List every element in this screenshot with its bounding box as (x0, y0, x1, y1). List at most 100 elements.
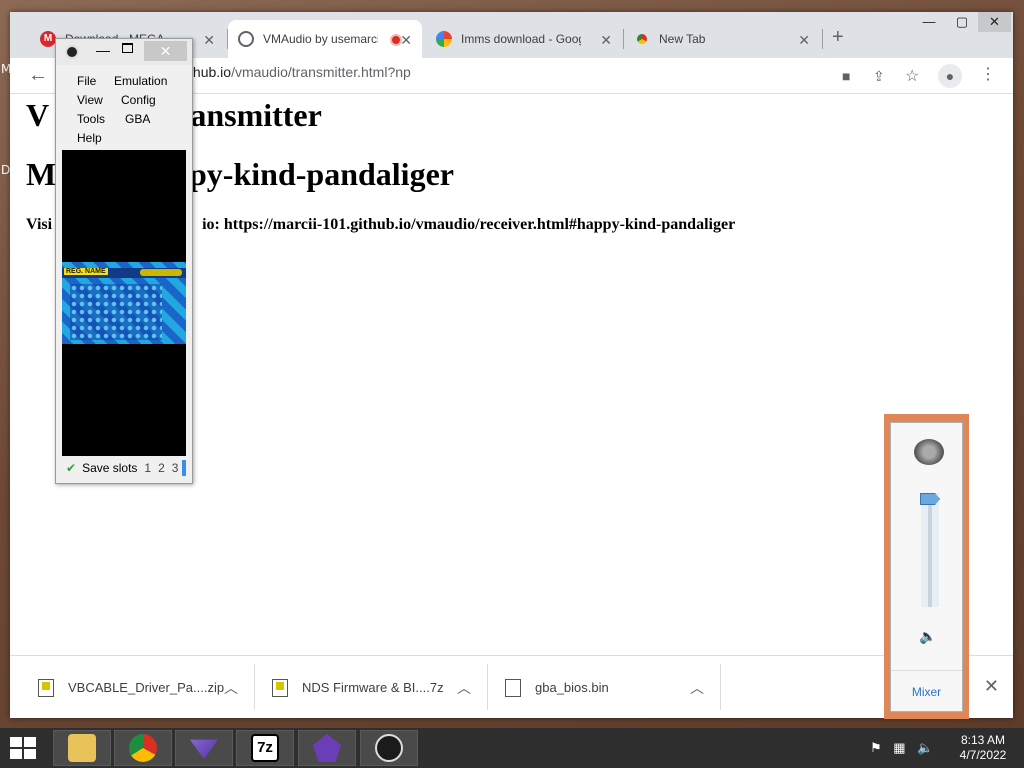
heading-hidden-part: V (26, 97, 50, 133)
heading-visible-part: ransmitter (176, 97, 322, 133)
desmume-icon (313, 734, 341, 762)
maximize-button[interactable]: ▢ (946, 12, 978, 32)
close-icon[interactable]: ✕ (798, 32, 810, 49)
taskbar: 7z ⚑ ▦ 🔈 8:13 AM 4/7/2022 (0, 728, 1024, 768)
menu-view[interactable]: View (77, 93, 103, 107)
mega-icon: M (40, 31, 56, 47)
taskbar-dolphin[interactable] (175, 730, 233, 766)
speaker-device-icon[interactable] (914, 439, 944, 465)
checkmark-icon: ✔ (66, 461, 77, 475)
download-item[interactable]: gba_bios.bin (505, 656, 609, 718)
folder-icon (68, 734, 96, 762)
save-slots-label: Save slots (82, 461, 138, 475)
close-icon[interactable]: ✕ (203, 32, 215, 49)
clock-time: 8:13 AM (960, 733, 1006, 747)
download-filename: gba_bios.bin (535, 680, 609, 695)
speaker-icon[interactable]: 🔈 (919, 628, 936, 645)
back-arrow-icon[interactable]: ← (28, 64, 48, 87)
separator (487, 664, 488, 710)
windows-logo-pane (24, 737, 36, 747)
clock[interactable]: 8:13 AM 4/7/2022 (955, 733, 1011, 763)
minimize-button[interactable]: — (913, 12, 945, 32)
volume-panel: 🔈 Mixer (890, 422, 963, 712)
visit-suffix: io: https://marcii-101.github.io/vmaudio… (202, 216, 736, 233)
tab-title: VMAudio by usemarcii (263, 32, 378, 46)
emulator-statusbar: ✔ Save slots 1 2 3 (62, 457, 186, 479)
minimize-button[interactable]: — (96, 42, 110, 58)
heading-hidden-part: M (26, 156, 57, 192)
archive-file-icon (38, 678, 54, 697)
menu-config[interactable]: Config (121, 93, 156, 107)
app-icon (65, 45, 79, 59)
obs-icon (375, 734, 403, 762)
save-slot-2[interactable]: 2 (158, 461, 165, 475)
save-slot-1[interactable]: 1 (144, 461, 151, 475)
system-tray: ⚑ ▦ 🔈 (870, 740, 933, 756)
maximize-button[interactable] (122, 43, 133, 53)
separator (254, 664, 255, 710)
tab-google[interactable]: Imms download - Google ✕ (426, 20, 622, 58)
close-button[interactable]: ✕ (144, 41, 187, 61)
menu-gba[interactable]: GBA (125, 112, 150, 126)
network-icon[interactable]: ▦ (893, 740, 905, 755)
google-icon (436, 31, 452, 47)
close-icon[interactable]: ✕ (600, 32, 612, 49)
chrome-icon (634, 31, 650, 47)
tab-title: Imms download - Google (461, 32, 581, 46)
visit-prefix: Visi (26, 216, 53, 233)
download-item[interactable]: VBCABLE_Driver_Pa....zip (38, 656, 224, 718)
tab-title: New Tab (659, 32, 706, 46)
url-path: /vmaudio/transmitter.html?np (231, 64, 411, 80)
windows-logo-pane (24, 749, 36, 759)
game-frame: REG. NAME (62, 262, 186, 344)
new-tab-button[interactable]: + (832, 26, 844, 49)
emulator-window: — ✕ File Emulation View Config Tools GBA… (55, 38, 193, 484)
mixer-link[interactable]: Mixer (891, 670, 962, 712)
game-label: REG. NAME (64, 268, 108, 275)
taskbar-desmume[interactable] (298, 730, 356, 766)
status-indicator (182, 460, 186, 476)
menu-dots-icon[interactable]: ⋮ (980, 64, 996, 84)
menu-emulation[interactable]: Emulation (114, 74, 167, 88)
close-icon[interactable]: ✕ (400, 32, 412, 49)
emulator-screen[interactable]: REG. NAME (62, 150, 186, 456)
camera-icon[interactable]: ■ (842, 68, 850, 84)
taskbar-7zip[interactable]: 7z (236, 730, 294, 766)
tab-vmaudio[interactable]: VMAudio by usemarcii ✕ (228, 20, 422, 58)
chrome-icon (129, 734, 157, 762)
chevron-up-icon[interactable]: ︿ (690, 678, 704, 698)
close-window-button[interactable]: ✕ (978, 12, 1011, 32)
character-grid (70, 284, 162, 340)
save-slot-3[interactable]: 3 (172, 461, 179, 475)
download-item[interactable]: NDS Firmware & BI....7z (272, 656, 444, 718)
tab-new-tab[interactable]: New Tab ✕ (624, 20, 820, 58)
share-icon[interactable]: ⇪ (873, 68, 885, 85)
tab-separator (822, 29, 823, 49)
taskbar-obs[interactable] (360, 730, 418, 766)
dolphin-icon (190, 739, 218, 760)
separator (720, 664, 721, 710)
flag-icon[interactable]: ⚑ (870, 740, 882, 755)
name-field (140, 269, 182, 276)
menu-file[interactable]: File (77, 74, 96, 88)
chevron-up-icon[interactable]: ︿ (457, 678, 471, 698)
start-button[interactable] (10, 737, 38, 761)
close-downloads-button[interactable]: ✕ (984, 676, 999, 697)
menu-help[interactable]: Help (77, 131, 102, 145)
profile-icon[interactable]: ● (938, 64, 962, 88)
volume-slider[interactable] (921, 493, 939, 607)
download-filename: NDS Firmware & BI....7z (302, 680, 444, 695)
clock-date: 4/7/2022 (959, 748, 1007, 762)
volume-icon[interactable]: 🔈 (917, 740, 933, 755)
emulator-titlebar[interactable]: — ✕ (56, 39, 192, 65)
taskbar-chrome[interactable] (114, 730, 172, 766)
archive-file-icon (272, 678, 288, 697)
chevron-up-icon[interactable]: ︿ (224, 678, 238, 698)
sevenzip-icon: 7z (251, 734, 279, 762)
star-icon[interactable]: ☆ (905, 66, 919, 86)
heading-visible-part: ppy-kind-pandaliger (171, 156, 454, 192)
taskbar-file-explorer[interactable] (53, 730, 111, 766)
desktop-label: D (1, 163, 11, 177)
file-icon (505, 678, 521, 697)
menu-tools[interactable]: Tools (77, 112, 105, 126)
